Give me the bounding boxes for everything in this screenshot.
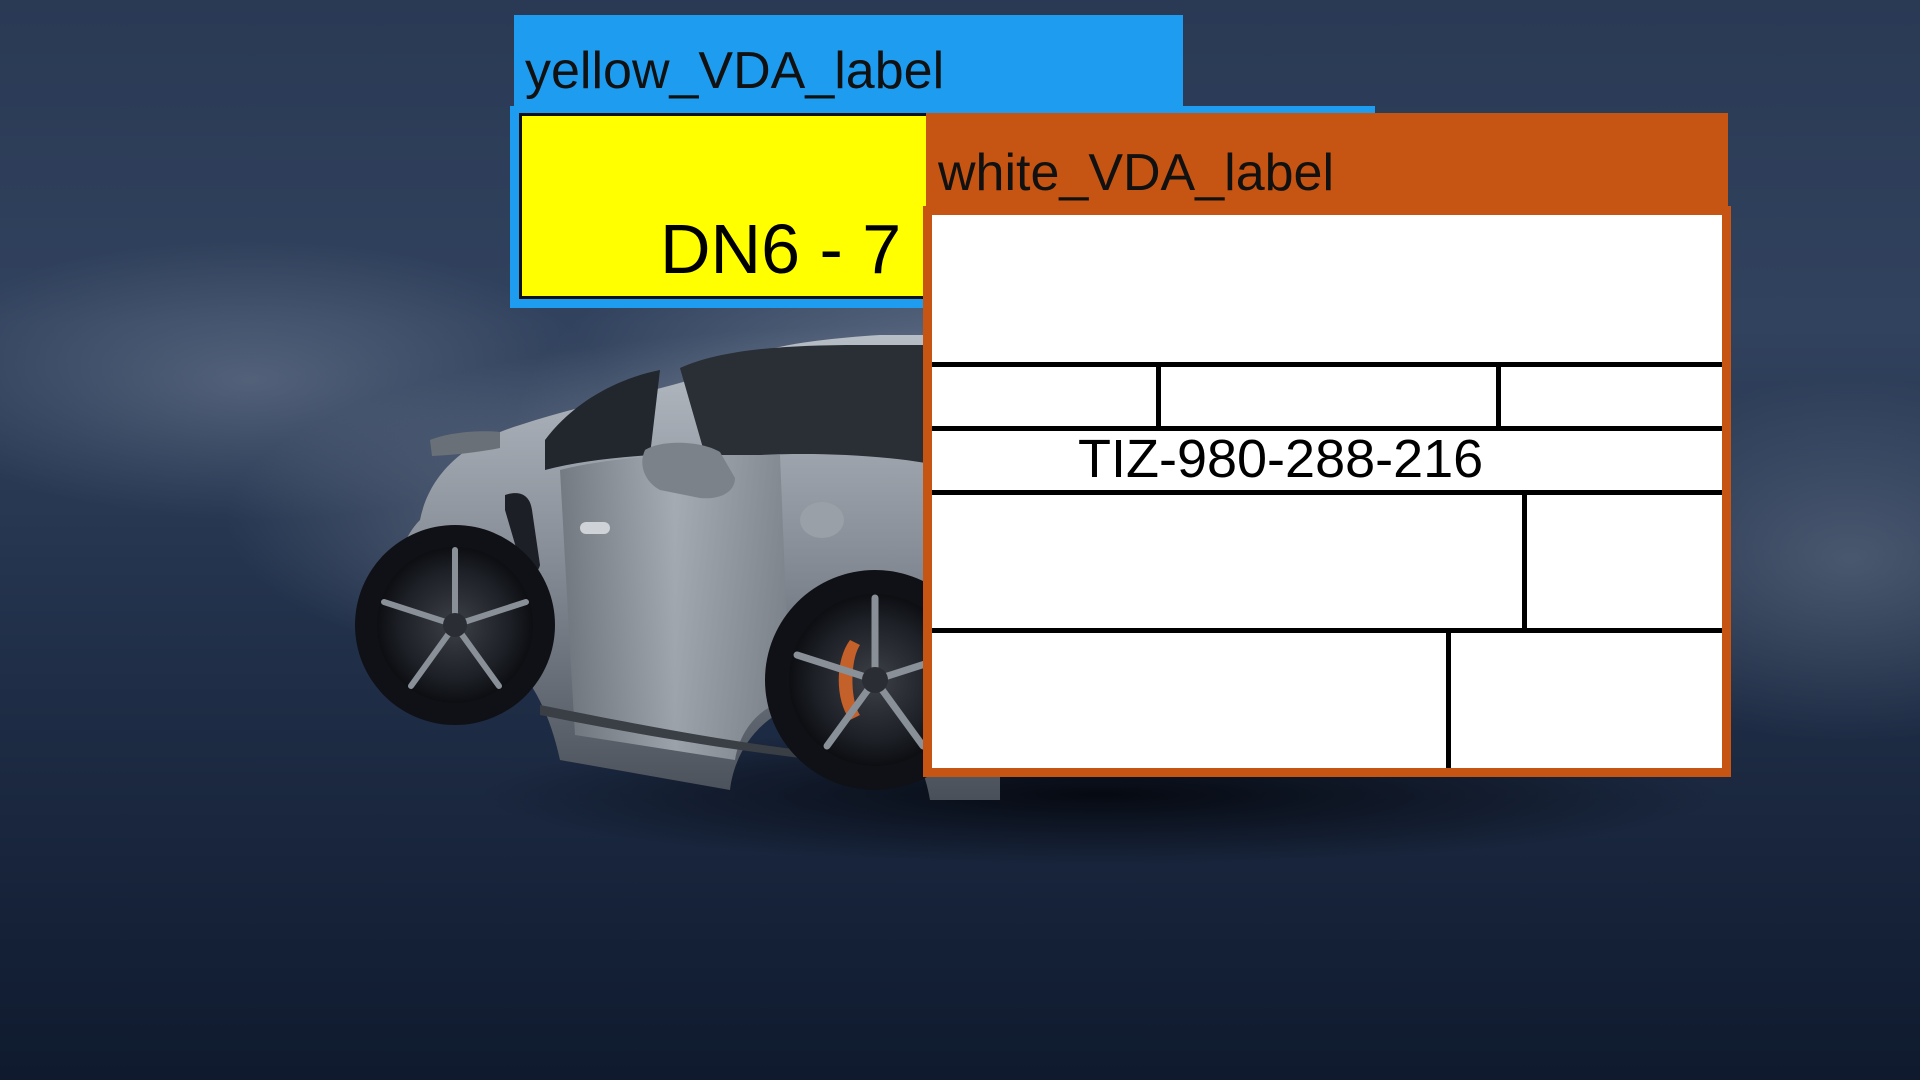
white-label-grid-line [932,490,1722,495]
car-windshield [680,345,960,470]
white-label-grid-line [1446,628,1451,768]
car-door [560,453,790,760]
white-label-grid-line [1522,490,1527,631]
white-label-grid-line [932,362,1722,367]
car-fuel-cap [800,502,844,538]
white-label-tag: white_VDA_label [926,113,1728,209]
white-label-grid-line [1496,362,1501,429]
white-label-code: TIZ-980-288-216 [1078,429,1484,489]
white-label-grid-line [1156,362,1161,429]
yellow-label-code: DN6 - 7 [660,210,902,288]
canvas: DN6 - 7 yellow_VDA_label TIZ-980-288-216… [0,0,1920,1080]
white-label-grid-line [932,628,1722,633]
yellow-label-tag: yellow_VDA_label [514,15,1183,107]
car-door-handle [580,522,610,534]
